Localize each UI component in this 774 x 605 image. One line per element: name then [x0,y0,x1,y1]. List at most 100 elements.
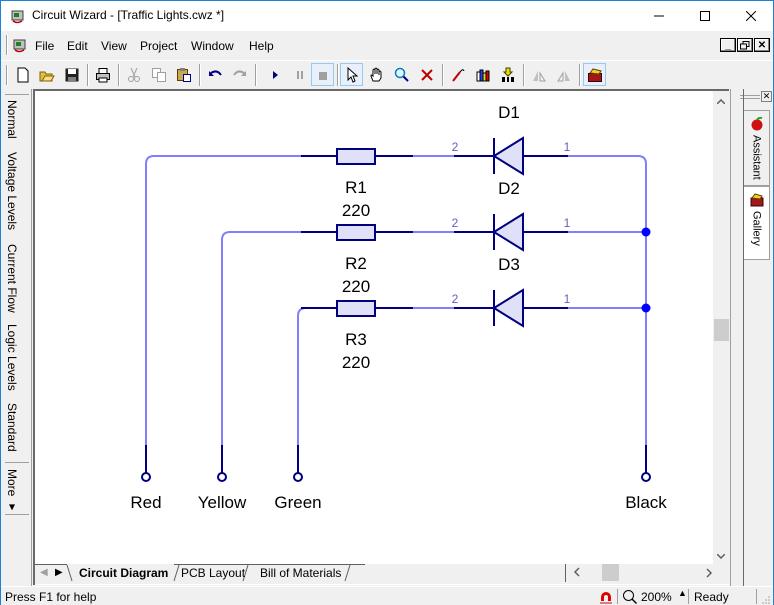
probe-icon [451,68,464,82]
app-icon [10,8,26,24]
flip-left-icon [532,70,546,81]
menu-edit[interactable]: Edit [67,39,88,53]
mode-bar-divider [5,514,29,515]
paste-icon [176,67,191,82]
horizontal-scrollbar[interactable] [565,564,729,582]
mode-tab-current-flow[interactable]: Current Flow [5,244,19,313]
menu-file[interactable]: File [35,39,54,53]
menu-project[interactable]: Project [140,39,177,53]
cut-button[interactable] [122,63,145,86]
mode-tab-normal[interactable]: Normal [5,100,19,139]
zoom-up-button[interactable]: ▲ [678,588,687,598]
mdi-restore-button[interactable] [737,38,753,52]
chevron-left-icon [573,567,580,577]
magnifier-icon [394,67,409,82]
side-tab-gallery[interactable]: Gallery [744,186,770,260]
delete-button[interactable] [415,63,438,86]
mode-tab-standard[interactable]: Standard [5,403,19,452]
tab-circuit-diagram[interactable]: Circuit Diagram [79,566,168,580]
toolbar-separator [255,64,257,86]
resize-grip-icon[interactable] [761,595,771,605]
tab-pcb-layout[interactable]: PCB Layout [181,566,245,580]
gallery-button[interactable] [583,63,606,86]
menu-help[interactable]: Help [249,39,274,53]
zoom-button[interactable] [390,63,413,86]
horizontal-scroll-thumb[interactable] [602,564,619,581]
apple-icon [751,117,762,131]
diode-pin-label: 1 [564,292,571,306]
mdi-close-button[interactable]: ✕ [754,38,770,52]
mdi-minimize-button[interactable]: _ [720,38,736,52]
maximize-button[interactable] [682,1,728,31]
menu-view[interactable]: View [101,39,127,53]
cut-icon [127,67,140,82]
mode-tab-voltage-levels[interactable]: Voltage Levels [5,152,19,230]
toolbar-separator [523,64,525,86]
sheet-tab-bar: ◀ ▶ Circuit Diagram PCB Layout Bill of M… [35,564,729,584]
wire [297,307,307,445]
document-icon[interactable] [12,37,28,53]
new-button[interactable] [11,63,34,86]
circuit-schematic[interactable]: R1 220 D1 2 1 R2 220 D2 2 1 R3 220 D3 2 1 Red Yellow Gree… [35,91,713,564]
probe-button[interactable] [446,63,469,86]
flip-right-button[interactable] [552,63,575,86]
select-button[interactable] [340,63,363,86]
save-button[interactable] [60,63,83,86]
mode-tab-logic-levels[interactable]: Logic Levels [5,324,19,391]
tab-bill-of-materials[interactable]: Bill of Materials [260,566,341,580]
toolbar-grip [6,65,8,85]
stop-button[interactable] [311,63,334,86]
scroll-down-button[interactable] [713,548,729,564]
mode-tab-more[interactable]: More ▾ [5,469,19,514]
print-button[interactable] [91,63,114,86]
pause-button[interactable] [288,63,311,86]
pan-button[interactable] [365,63,388,86]
zoom-level[interactable]: 200% [641,590,672,604]
minimize-button[interactable] [636,1,682,31]
status-separator [617,589,618,604]
copy-button[interactable] [147,63,170,86]
print-icon [95,67,110,82]
open-button[interactable] [35,63,58,86]
magnet-icon[interactable] [599,590,613,605]
menu-bar: File Edit View Project Window Help [1,32,773,59]
diode-d2 [492,212,524,252]
status-separator [688,589,689,604]
diode-ref-label: D2 [498,179,520,198]
run-button[interactable] [263,63,286,86]
vertical-scroll-thumb[interactable] [714,319,729,341]
terminal-black [641,472,651,482]
convert-to-pcb-button[interactable] [496,63,519,86]
side-tab-assistant[interactable]: Assistant [744,110,770,186]
mode-bar-divider [5,462,29,463]
vertical-scrollbar[interactable] [713,91,729,564]
stop-icon [318,71,327,80]
circuit-canvas[interactable]: R1 220 D1 2 1 R2 220 D2 2 1 R3 220 D3 2 1 Red Yellow Gree… [35,91,713,564]
close-button[interactable] [728,1,774,31]
view-mode-bar: Normal Voltage Levels Current Flow Logic… [1,89,32,586]
resistor-value-label: 220 [342,277,370,296]
maximize-icon [700,11,710,21]
undo-button[interactable] [203,63,226,86]
side-tab-gallery-label: Gallery [750,211,763,246]
copy-icon [151,67,166,82]
flip-left-button[interactable] [527,63,550,86]
side-panel-close-button[interactable]: ✕ [761,91,772,102]
graph-button[interactable] [471,63,494,86]
delete-x-icon [420,68,433,81]
diode-d1 [492,136,524,176]
paste-button[interactable] [172,63,195,86]
terminal-label: Red [130,493,161,512]
toolbar-separator [87,64,89,86]
scroll-left-button[interactable] [561,567,581,580]
mdi-minimize-icon: _ [725,39,731,51]
redo-button[interactable] [228,63,251,86]
diode-pin-label: 1 [564,216,571,230]
scroll-right-button[interactable] [705,567,713,581]
menu-window[interactable]: Window [191,39,234,53]
mdi-restore-icon [740,40,750,49]
convert-to-pcb-icon [501,67,514,82]
scroll-up-button[interactable] [713,93,729,109]
resistor-ref-label: R2 [345,254,367,273]
side-panel: ✕ Assistant Gallery [730,89,773,586]
